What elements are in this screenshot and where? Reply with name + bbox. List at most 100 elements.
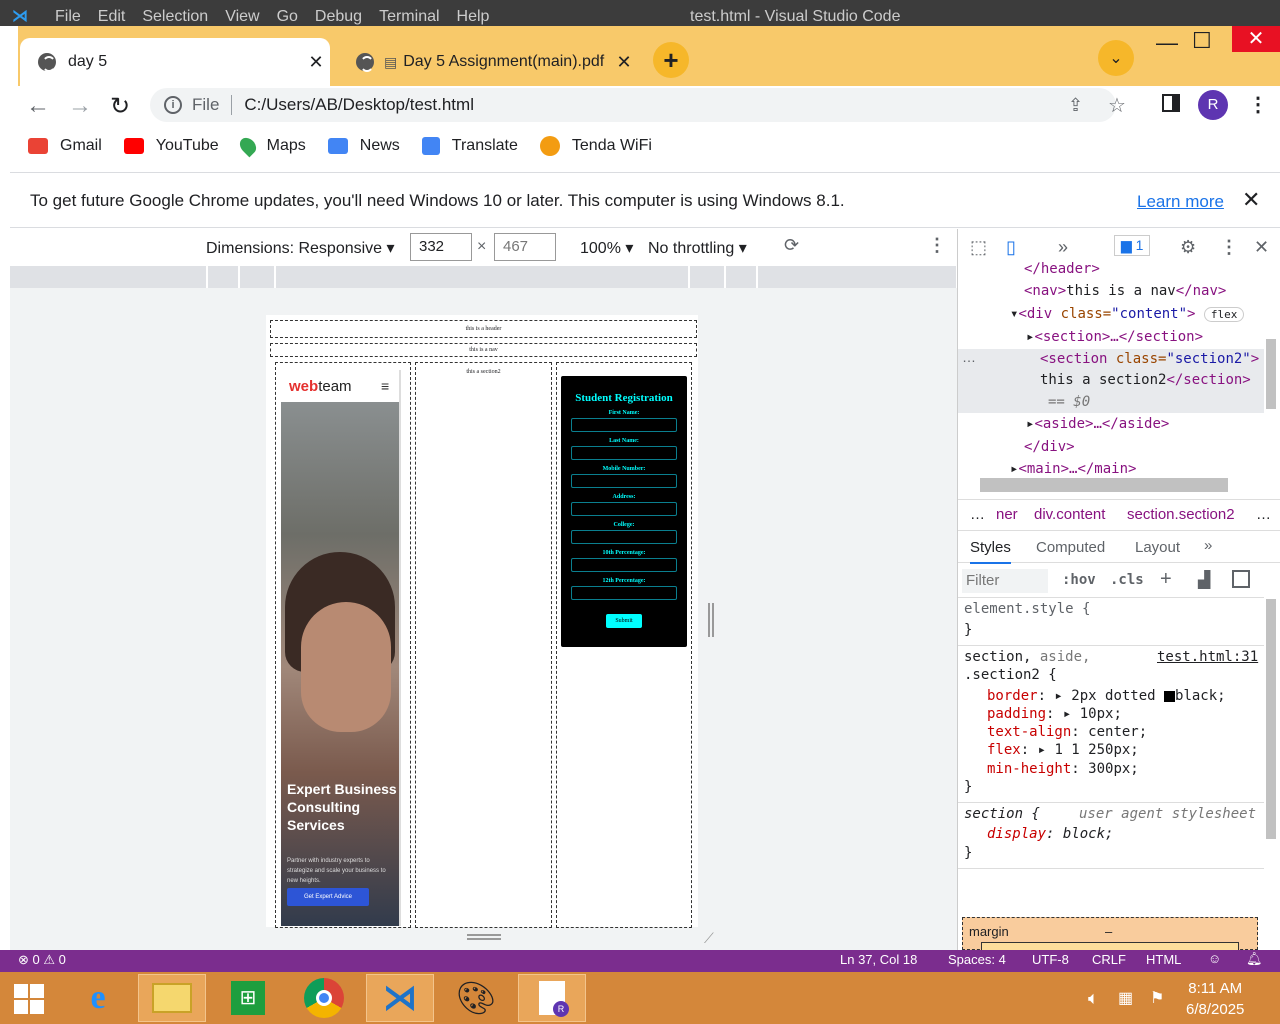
tab-search-button[interactable]: ⌄ [1098, 40, 1134, 76]
share-icon[interactable]: ⇪ [1068, 95, 1083, 116]
resize-handle-right[interactable] [708, 603, 714, 637]
info-icon[interactable]: i [164, 96, 182, 114]
dom-line[interactable]: ▸<aside>…</aside> [1026, 416, 1169, 432]
bookmark-news[interactable]: News [327, 137, 400, 155]
dom-line[interactable]: </header> [1024, 261, 1100, 277]
paint-brush-icon[interactable]: ▟ [1198, 570, 1210, 590]
clock[interactable]: 8:11 AM 6/8/2025 [1186, 980, 1244, 1018]
side-panel-icon[interactable] [1162, 94, 1180, 112]
rotate-icon[interactable]: ⟳ [784, 235, 799, 256]
indentation[interactable]: Spaces: 4 [948, 952, 1006, 967]
vscode-icon[interactable]: ⋊ [366, 974, 434, 1022]
start-button[interactable] [14, 984, 44, 1014]
chrome-icon[interactable] [290, 974, 358, 1022]
vscode-menu-go[interactable]: Go [277, 8, 298, 26]
dimensions-select[interactable]: Dimensions: Responsive ▾ [206, 238, 395, 258]
learn-more-link[interactable]: Learn more [1137, 192, 1224, 212]
decl-padding[interactable]: padding: ▸ 10px; [987, 706, 1122, 722]
sidebar-toggle-icon[interactable] [1232, 570, 1250, 588]
vscode-menu-file[interactable]: File [55, 8, 81, 26]
kebab-menu-icon[interactable]: ⋮ [1220, 237, 1238, 258]
cursor-position[interactable]: Ln 37, Col 18 [840, 952, 917, 967]
tenth-percentage-input[interactable] [571, 558, 677, 572]
vscode-menu-edit[interactable]: Edit [98, 8, 126, 26]
rule-selector[interactable]: section, aside, [964, 649, 1090, 665]
dom-line[interactable]: ▸<main>…</main> [1010, 461, 1136, 477]
resize-corner-icon[interactable]: ⟋ [704, 930, 714, 947]
close-icon[interactable]: ✕ [1242, 187, 1260, 213]
dom-horizontal-scrollbar[interactable] [980, 478, 1228, 492]
dom-scrollbar[interactable] [1264, 269, 1278, 469]
decl-min-height[interactable]: min-height: 300px; [987, 761, 1139, 777]
back-icon[interactable]: ← [26, 92, 50, 120]
last-name-input[interactable] [571, 446, 677, 460]
dom-line[interactable]: </div> [1024, 439, 1075, 455]
close-tab-icon[interactable]: ✕ [610, 52, 638, 73]
vscode-menu-debug[interactable]: Debug [315, 8, 362, 26]
kebab-menu-icon[interactable]: ⋮ [1248, 92, 1268, 117]
add-rule-icon[interactable]: + [1160, 568, 1172, 591]
bookmark-tenda-wifi[interactable]: Tenda WiFi [539, 136, 652, 156]
encoding[interactable]: UTF-8 [1032, 952, 1069, 967]
hamburger-icon[interactable]: ≡ [381, 378, 389, 394]
rule-selector[interactable]: section { [964, 806, 1040, 822]
problems-count[interactable]: ⊗ 0 ⚠ 0 [18, 952, 66, 968]
zoom-select[interactable]: 100% ▾ [580, 238, 633, 258]
tab-styles[interactable]: Styles [970, 539, 1011, 564]
college-input[interactable] [571, 530, 677, 544]
vscode-menu-selection[interactable]: Selection [142, 8, 208, 26]
vscode-menu-view[interactable]: View [225, 8, 259, 26]
address-input[interactable] [571, 502, 677, 516]
decl-display[interactable]: display: block; [987, 826, 1113, 842]
cls-toggle[interactable]: .cls [1110, 572, 1144, 588]
kebab-menu-icon[interactable]: ⋮ [928, 235, 946, 256]
dom-line[interactable]: ▸<section>…</section> [1026, 329, 1203, 345]
profile-avatar[interactable]: R [1198, 90, 1228, 120]
new-tab-button[interactable]: + [653, 42, 689, 78]
device-toggle-icon[interactable]: ▯ [1006, 237, 1016, 258]
dom-line[interactable]: <nav>this is a nav</nav> [1024, 283, 1226, 299]
hov-toggle[interactable]: :hov [1062, 572, 1096, 588]
decl-flex[interactable]: flex: ▸ 1 1 250px; [987, 742, 1139, 758]
ellipsis-icon[interactable]: … [962, 349, 976, 365]
rule-selector[interactable]: .section2 { [964, 667, 1057, 683]
store-icon[interactable]: ⊞ [214, 974, 282, 1022]
close-window-button[interactable]: ✕ [1232, 26, 1280, 52]
scrollbar[interactable] [399, 370, 401, 926]
twelfth-percentage-input[interactable] [571, 586, 677, 600]
tab-pdf[interactable]: ▤ Day 5 Assignment(main).pdf ✕ [338, 38, 638, 86]
bookmark-translate[interactable]: Translate [421, 137, 518, 155]
feedback-icon[interactable]: ☺ [1208, 951, 1221, 966]
flex-badge[interactable]: flex [1203, 307, 1245, 322]
more-tabs-icon[interactable]: » [1204, 537, 1212, 554]
expert-advice-button[interactable]: Get Expert Advice [287, 888, 369, 906]
dom-line[interactable]: <section class="section2"> [1040, 351, 1259, 367]
height-input[interactable]: 467 [494, 233, 556, 261]
ie-icon[interactable]: e [64, 974, 132, 1022]
dom-line[interactable]: this a section2</section> [1040, 372, 1251, 388]
dom-line-div-content[interactable]: ▾<div class="content"> flex [1010, 306, 1245, 322]
media-query-bar[interactable] [10, 266, 956, 288]
styles-scrollbar[interactable] [1264, 569, 1278, 947]
rule-source-link[interactable]: test.html:31 [1157, 649, 1258, 665]
maximize-icon[interactable]: ☐ [1192, 28, 1212, 54]
reload-icon[interactable]: ↻ [110, 92, 130, 121]
resize-handle-bottom[interactable] [467, 934, 501, 940]
tab-layout[interactable]: Layout [1135, 539, 1180, 556]
first-name-input[interactable] [571, 418, 677, 432]
submit-button[interactable]: Submit [606, 614, 642, 628]
element-style-rule[interactable]: element.style { [964, 601, 1090, 617]
notifications-bell-icon[interactable]: 🔔︎ [1246, 951, 1263, 967]
styles-filter-input[interactable]: Filter [962, 569, 1048, 593]
throttling-select[interactable]: No throttling ▾ [648, 238, 747, 258]
close-devtools-icon[interactable]: ✕ [1254, 237, 1269, 258]
tab-computed[interactable]: Computed [1036, 539, 1105, 556]
vscode-menu-help[interactable]: Help [457, 8, 490, 26]
url-text[interactable]: C:/Users/AB/Desktop/test.html [244, 95, 474, 115]
settings-gear-icon[interactable]: ⚙ [1180, 237, 1196, 258]
tab-day-5[interactable]: day 5 ✕ [20, 38, 330, 86]
bookmark-gmail[interactable]: Gmail [28, 137, 102, 155]
more-tabs-icon[interactable]: » [1058, 237, 1068, 258]
vscode-menu-terminal[interactable]: Terminal [379, 8, 439, 26]
close-tab-icon[interactable]: ✕ [302, 52, 330, 73]
